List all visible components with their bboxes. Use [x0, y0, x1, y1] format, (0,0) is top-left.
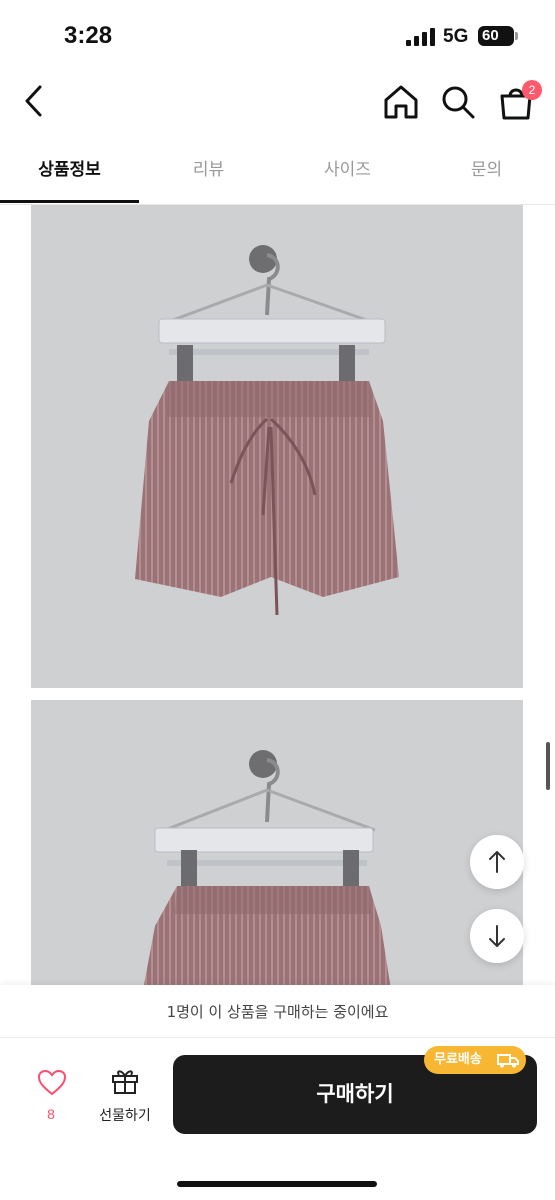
battery-tip: [515, 32, 518, 40]
free-shipping-badge: 무료배송: [424, 1046, 526, 1074]
scrollbar-thumb[interactable]: [546, 742, 550, 790]
top-nav: [0, 70, 555, 134]
tab-size[interactable]: 사이즈: [278, 140, 417, 202]
like-count: 8: [47, 1106, 55, 1122]
tab-reviews[interactable]: 리뷰: [139, 140, 278, 202]
product-photo-shorts-back: [31, 700, 523, 985]
cart-count-badge: 2: [522, 80, 542, 100]
heart-icon: [38, 1070, 66, 1096]
home-indicator: [177, 1181, 377, 1187]
active-tab-indicator: [0, 200, 139, 203]
status-time: 3:28: [64, 22, 113, 49]
like-button[interactable]: 8: [22, 1070, 80, 1130]
gift-label: 선물하기: [99, 1108, 151, 1124]
product-photo-shorts-front: [31, 205, 523, 688]
gift-icon: [112, 1070, 138, 1094]
purchase-activity-notice: 1명이 이 상품을 구매하는 중이에요: [0, 985, 555, 1038]
truck-icon: [497, 1054, 519, 1068]
signal-icon: [406, 28, 435, 46]
status-bar: 3:28 5G 60: [0, 0, 555, 70]
tab-product-info[interactable]: 상품정보: [0, 140, 139, 202]
scroll-up-button[interactable]: [470, 835, 524, 889]
free-shipping-label: 무료배송: [434, 1052, 482, 1067]
gift-button[interactable]: 선물하기: [90, 1067, 160, 1129]
back-icon[interactable]: [18, 84, 52, 118]
scroll-down-button[interactable]: [470, 909, 524, 963]
network-type: 5G: [443, 26, 469, 47]
product-tabs: 상품정보 리뷰 사이즈 문의: [0, 140, 555, 205]
search-icon[interactable]: [439, 84, 477, 120]
tab-inquiry[interactable]: 문의: [417, 140, 555, 202]
home-icon[interactable]: [382, 84, 420, 120]
battery-icon: 60: [478, 26, 514, 46]
purchase-bar: 1명이 이 상품을 구매하는 중이에요 8 선물하기 구매하기 무료배송: [0, 985, 555, 1200]
